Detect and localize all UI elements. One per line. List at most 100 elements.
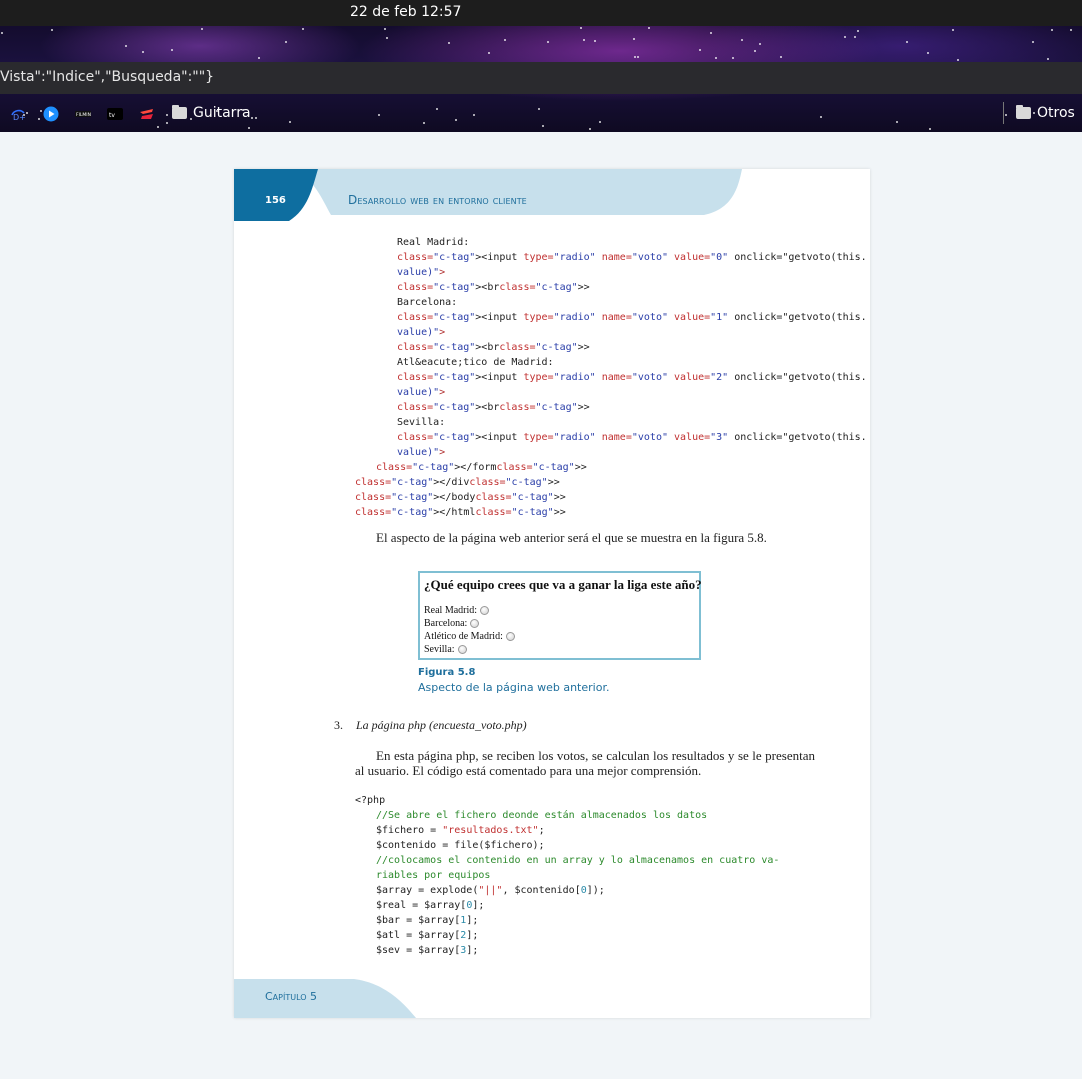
system-top-bar: 22 de feb 12:57: [0, 0, 1082, 26]
star: [905, 40, 908, 43]
star: [170, 48, 173, 51]
code-line: class="c-tag"></htmlclass="c-tag">>: [355, 507, 566, 518]
html-code-block: Real Madrid: class="c-tag"><input type="r…: [355, 235, 867, 520]
list-item-number: 3.: [334, 718, 343, 732]
paragraph-figure-reference: El aspecto de la página web anterior ser…: [376, 530, 767, 545]
star: [301, 27, 304, 30]
star: [927, 52, 930, 55]
poll-option-label: Barcelona:: [424, 618, 468, 629]
star: [856, 30, 859, 33]
code-line: class="c-tag"></divclass="c-tag">>: [355, 477, 560, 488]
radio-button[interactable]: [457, 645, 467, 654]
star: [753, 50, 756, 53]
figure-poll-form: ¿Qué equipo crees que va a ganar la liga…: [418, 571, 702, 660]
star: [636, 55, 639, 58]
star: [714, 56, 717, 59]
poll-option: Atlético de Madrid:: [424, 631, 515, 642]
folder-icon: [172, 105, 187, 119]
bookmark-folder-otros[interactable]: Otros: [1016, 105, 1075, 121]
star: [843, 35, 846, 38]
code-line: class="c-tag"><input type="radio" name="…: [397, 312, 867, 323]
code-line: value)">: [397, 267, 446, 278]
star: [384, 28, 387, 31]
svg-text:D+: D+: [13, 113, 26, 122]
code-line: $array = explode("||", $contenido[0]);: [376, 885, 605, 896]
chapter-label: Capítulo 5: [265, 990, 318, 1003]
star: [1050, 28, 1053, 31]
star: [956, 58, 959, 61]
code-line: class="c-tag"><brclass="c-tag">>: [397, 282, 590, 293]
play-icon[interactable]: [43, 106, 59, 122]
star: [710, 32, 713, 35]
code-line: $sev = $array[3];: [376, 945, 479, 956]
star: [951, 28, 954, 31]
stadia-icon[interactable]: [139, 106, 155, 122]
document-page: 156 Desarrollo web en entorno cliente Re…: [234, 169, 870, 1018]
star: [447, 42, 450, 45]
other-folder-label: Otros: [1037, 105, 1075, 121]
star: [779, 56, 782, 58]
bookmark-folder-label: Guitarra: [193, 105, 251, 121]
star: [546, 41, 549, 44]
star: [1032, 41, 1035, 44]
star: [142, 51, 145, 54]
code-line: $contenido = file($fichero);: [376, 840, 545, 851]
apple-tv-icon[interactable]: tv: [107, 106, 123, 122]
code-line: value)">: [397, 387, 446, 398]
list-item-3: 3. La página php (encuesta_voto.php): [334, 718, 527, 733]
disney-icon[interactable]: D+: [10, 106, 26, 122]
code-line: riables por equipos: [376, 870, 491, 881]
code-line: $fichero = "resultados.txt";: [376, 825, 545, 836]
code-line: value)">: [397, 447, 446, 458]
star: [124, 45, 127, 48]
star: [648, 27, 651, 29]
poll-option: Barcelona:: [424, 618, 480, 629]
clock[interactable]: 22 de feb 12:57: [350, 4, 461, 20]
star: [0, 31, 3, 34]
figure-caption-title: Figura 5.8: [418, 667, 476, 678]
star: [759, 42, 761, 45]
figure-caption-text: Aspecto de la página web anterior.: [418, 681, 610, 694]
star: [740, 39, 743, 42]
poll-option-label: Sevilla:: [424, 644, 455, 655]
running-title: Desarrollo web en entorno cliente: [348, 193, 527, 207]
radio-button[interactable]: [480, 606, 490, 615]
code-line: Sevilla:: [397, 417, 446, 428]
star: [583, 38, 586, 41]
code-line: class="c-tag"><input type="radio" name="…: [397, 252, 867, 263]
code-line: $atl = $array[2];: [376, 930, 479, 941]
code-line: value)">: [397, 327, 446, 338]
svg-text:tv: tv: [109, 112, 115, 119]
star: [386, 37, 389, 39]
paragraph-php-description: En esta página php, se reciben los votos…: [355, 748, 815, 778]
radio-button[interactable]: [505, 632, 515, 641]
folder-icon: [1016, 105, 1031, 119]
url-text[interactable]: Vista":"Indice","Busqueda":""}: [0, 69, 214, 85]
star: [853, 36, 856, 39]
code-line: //colocamos el contenido en un array y l…: [376, 855, 780, 866]
poll-option: Sevilla:: [424, 644, 467, 655]
code-line: class="c-tag"></formclass="c-tag">>: [376, 462, 587, 473]
list-item-text: La página php (encuesta_voto.php): [356, 718, 527, 732]
address-bar[interactable]: Vista":"Indice","Busqueda":""}: [0, 62, 1082, 94]
filmin-icon[interactable]: FILMIN: [75, 106, 91, 122]
radio-button[interactable]: [470, 619, 480, 628]
code-line: <?php: [355, 795, 386, 806]
code-line: class="c-tag"></bodyclass="c-tag">>: [355, 492, 566, 503]
code-line: class="c-tag"><brclass="c-tag">>: [397, 402, 590, 413]
code-line: Barcelona:: [397, 297, 458, 308]
code-line: Atl&eacute;tico de Madrid:: [397, 357, 554, 368]
star: [632, 38, 635, 41]
star: [594, 40, 597, 43]
page-header-band: [234, 169, 742, 221]
poll-question: ¿Qué equipo crees que va a ganar la liga…: [424, 577, 702, 592]
browser-chrome: Vista":"Indice","Busqueda":""} D+ FILMIN…: [0, 26, 1082, 132]
star: [51, 29, 54, 32]
code-line: class="c-tag"><input type="radio" name="…: [397, 372, 867, 383]
php-code-block: <?php //Se abre el fichero deonde están a…: [355, 793, 779, 958]
code-line: class="c-tag"><brclass="c-tag">>: [397, 342, 590, 353]
bookmark-folder-guitarra[interactable]: Guitarra: [172, 105, 251, 121]
svg-text:FILMIN: FILMIN: [76, 112, 91, 118]
star: [257, 57, 260, 60]
star: [201, 28, 204, 31]
